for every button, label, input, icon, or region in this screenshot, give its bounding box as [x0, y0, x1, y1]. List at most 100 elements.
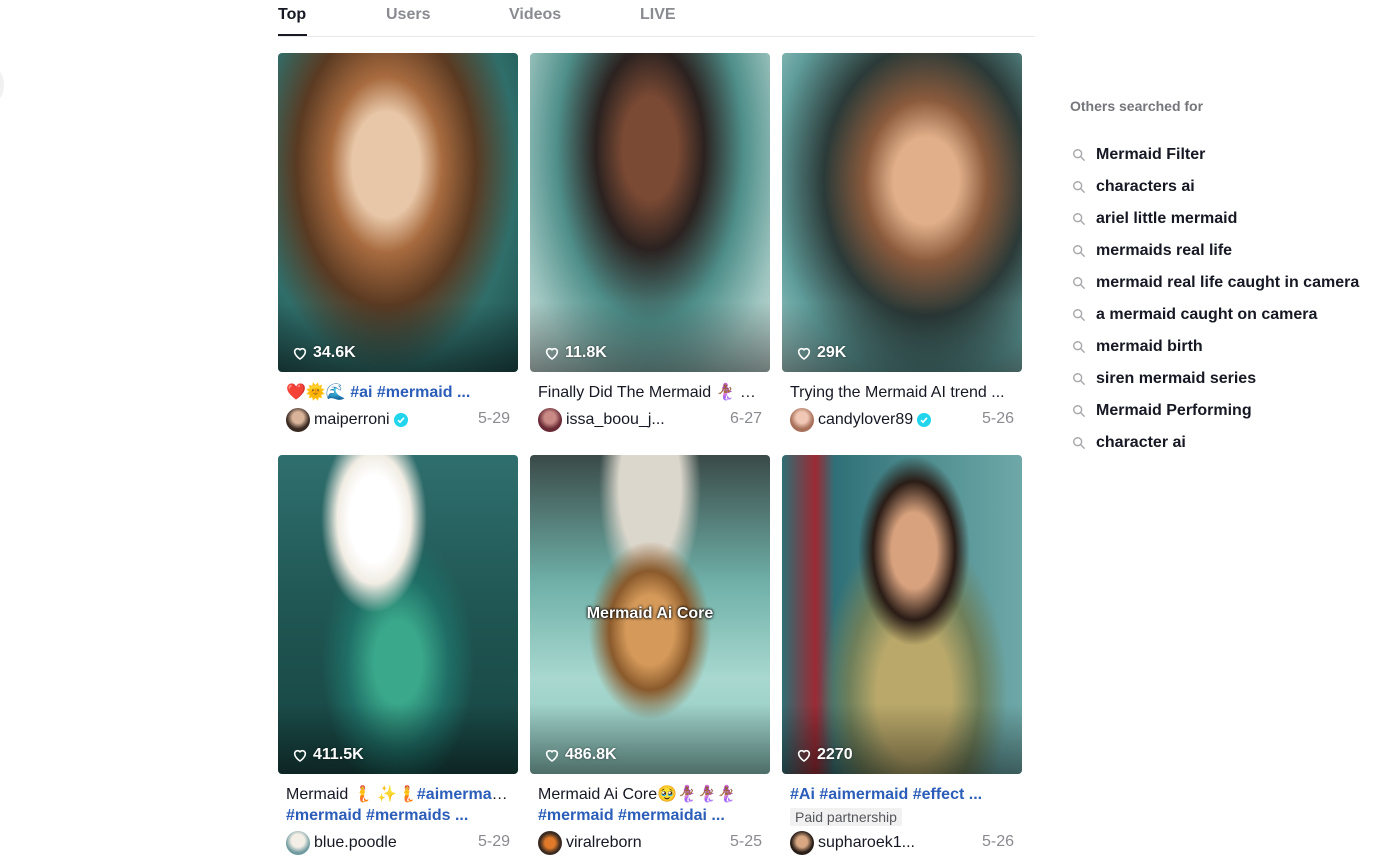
post-date: 5-25 [729, 833, 762, 850]
heart-icon [293, 347, 307, 360]
paid-partnership-badge: Paid partnership [790, 808, 902, 826]
video-thumbnail[interactable]: 11.8K [530, 53, 770, 372]
video-thumbnail[interactable]: 34.6K [278, 53, 518, 372]
tab-live[interactable]: LIVE [640, 6, 676, 24]
username[interactable]: candylover89 [818, 411, 913, 429]
like-count-value: 11.8K [565, 344, 607, 361]
suggestion-label: mermaid birth [1096, 338, 1203, 355]
suggestion-label: ariel little mermaid [1096, 210, 1238, 227]
suggestion-item[interactable]: character ai [1070, 427, 1380, 459]
suggestion-label: characters ai [1096, 178, 1195, 195]
suggestion-label: a mermaid caught on camera [1096, 306, 1318, 323]
active-tab-indicator [278, 34, 307, 36]
username[interactable]: maiperroni [314, 411, 390, 429]
video-thumbnail[interactable]: 2270 [782, 455, 1022, 774]
suggestion-label: Mermaid Performing [1096, 402, 1252, 419]
suggestion-item[interactable]: Mermaid Performing [1070, 395, 1380, 427]
suggestion-label: character ai [1096, 434, 1186, 451]
tab-users[interactable]: Users [386, 6, 430, 24]
video-card: 411.5K Mermaid 🧜 ✨🧜#aimermaid... #mermai… [278, 455, 518, 855]
heart-icon [293, 749, 307, 762]
search-tabs: Top Users Videos LIVE [278, 0, 1035, 37]
video-caption-line2[interactable]: #mermaid #mermaids ... [278, 805, 510, 826]
search-icon [1073, 245, 1085, 257]
caption-text: Trying the Mermaid AI trend ... [790, 384, 1005, 401]
caption-text: Mermaid Ai Core🥹🧜🏾‍♀️🧜🏾‍♀️🧜🏾‍♀️ [538, 786, 737, 803]
caption-hashtags[interactable]: #ai #mermaid ... [350, 384, 470, 401]
caption-hashtags[interactable]: #mermaid #mermaidai ... [538, 807, 725, 824]
like-count: 29K [796, 344, 846, 362]
search-icon [1073, 405, 1085, 417]
video-author-row: supharoek1... 5-26 [782, 831, 1022, 855]
username[interactable]: blue.poodle [314, 834, 397, 852]
like-count-value: 2270 [817, 746, 853, 763]
avatar[interactable] [286, 408, 310, 432]
video-author-row: issa_boou_j... 6-27 [530, 408, 770, 432]
video-caption-line2[interactable]: #mermaid #mermaidai ... [530, 805, 762, 826]
avatar[interactable] [286, 831, 310, 855]
avatar[interactable] [538, 408, 562, 432]
post-date: 5-29 [477, 833, 510, 850]
video-card: 34.6K ❤️🌞🌊 #ai #mermaid ... maiperroni 5… [278, 53, 518, 432]
caption-text: Mermaid 🧜 ✨🧜 [286, 786, 417, 803]
avatar[interactable] [790, 831, 814, 855]
video-caption[interactable]: ❤️🌞🌊 #ai #mermaid ... [278, 382, 510, 403]
suggestion-item[interactable]: a mermaid caught on camera [1070, 299, 1380, 331]
heart-icon [545, 749, 559, 762]
video-caption[interactable]: Mermaid 🧜 ✨🧜#aimermaid... [278, 784, 510, 805]
suggestion-list: Mermaid Filter characters ai ariel little … [1070, 139, 1380, 459]
suggestion-item[interactable]: characters ai [1070, 171, 1380, 203]
tab-top[interactable]: Top [278, 6, 306, 24]
search-icon [1073, 213, 1085, 225]
caption-hashtags[interactable]: #mermaid #mermaids ... [286, 807, 468, 824]
video-caption[interactable]: Trying the Mermaid AI trend ... [782, 382, 1014, 403]
verified-badge-icon [917, 413, 932, 427]
video-card: 29K Trying the Mermaid AI trend ... cand… [782, 53, 1022, 432]
suggestion-item[interactable]: siren mermaid series [1070, 363, 1380, 395]
suggestion-item[interactable]: mermaid birth [1070, 331, 1380, 363]
video-author-row: maiperroni 5-29 [278, 408, 518, 432]
caption-text: Finally Did The Mermaid 🧜🏾‍♀️ C... [538, 384, 762, 401]
avatar[interactable] [790, 408, 814, 432]
search-icon [1073, 437, 1085, 449]
like-count: 2270 [796, 746, 853, 764]
video-caption[interactable]: Mermaid Ai Core🥹🧜🏾‍♀️🧜🏾‍♀️🧜🏾‍♀️ [530, 784, 762, 805]
suggestion-item[interactable]: ariel little mermaid [1070, 203, 1380, 235]
suggestion-label: siren mermaid series [1096, 370, 1257, 387]
video-card: 2270 #Ai #aimermaid #effect ... Paid par… [782, 455, 1022, 855]
suggestion-item[interactable]: mermaids real life [1070, 235, 1380, 267]
suggestion-label: mermaid real life caught in camera [1096, 274, 1360, 291]
video-thumbnail[interactable]: 411.5K [278, 455, 518, 774]
video-card: Mermaid Ai Core 486.8K Mermaid Ai Core🥹🧜… [530, 455, 770, 855]
suggestion-label: mermaids real life [1096, 242, 1233, 259]
caption-hashtags[interactable]: #aimermaid... [417, 786, 510, 803]
username[interactable]: issa_boou_j... [566, 411, 665, 429]
avatar[interactable] [538, 831, 562, 855]
username[interactable]: viralreborn [566, 834, 642, 852]
tab-videos[interactable]: Videos [509, 6, 561, 24]
username[interactable]: supharoek1... [818, 834, 915, 852]
video-author-row: candylover89 5-26 [782, 408, 1022, 432]
others-searched-panel: Others searched for Mermaid Filter charac… [1070, 98, 1380, 459]
search-icon [1073, 277, 1085, 289]
like-count-value: 486.8K [565, 746, 617, 763]
video-thumbnail[interactable]: Mermaid Ai Core 486.8K [530, 455, 770, 774]
like-count-value: 411.5K [313, 746, 364, 763]
caption-text: ❤️🌞🌊 [286, 384, 351, 401]
like-count: 486.8K [544, 746, 617, 764]
search-icon [1073, 309, 1085, 321]
search-icon [1073, 373, 1085, 385]
like-count-value: 34.6K [313, 344, 356, 361]
video-caption[interactable]: #Ai #aimermaid #effect ... [782, 784, 1014, 805]
caption-hashtags[interactable]: #Ai #aimermaid #effect ... [790, 786, 982, 803]
video-caption[interactable]: Finally Did The Mermaid 🧜🏾‍♀️ C... [530, 382, 762, 403]
video-thumbnail[interactable]: 29K [782, 53, 1022, 372]
post-date: 6-27 [729, 410, 762, 427]
side-panel-handle [0, 70, 4, 100]
suggestion-item[interactable]: mermaid real life caught in camera [1070, 267, 1380, 299]
suggestion-label: Mermaid Filter [1096, 146, 1206, 163]
suggestion-item[interactable]: Mermaid Filter [1070, 139, 1380, 171]
like-count-value: 29K [817, 344, 847, 361]
like-count: 11.8K [544, 344, 607, 362]
video-author-row: blue.poodle 5-29 [278, 831, 518, 855]
